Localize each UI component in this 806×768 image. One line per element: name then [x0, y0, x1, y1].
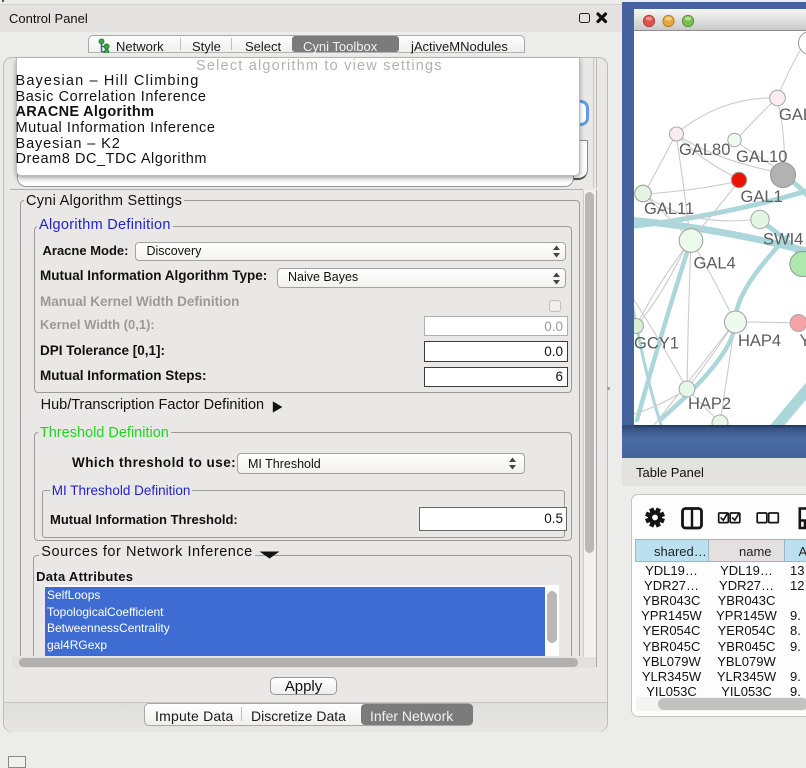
svg-text:GAL11: GAL11 — [644, 200, 694, 218]
svg-text:HAP4: HAP4 — [738, 332, 781, 350]
svg-text:GAL4: GAL4 — [694, 255, 736, 273]
svg-text:GAL10: GAL10 — [736, 148, 787, 166]
svg-text:GAL1: GAL1 — [741, 188, 783, 206]
svg-text:GAL…: GAL… — [779, 106, 806, 124]
svg-text:GCY1: GCY1 — [634, 335, 679, 353]
svg-text:HAP2: HAP2 — [688, 395, 731, 413]
svg-text:SWI4: SWI4 — [763, 231, 803, 249]
svg-text:GAL80: GAL80 — [679, 141, 730, 159]
svg-text:Y: Y — [800, 332, 806, 350]
